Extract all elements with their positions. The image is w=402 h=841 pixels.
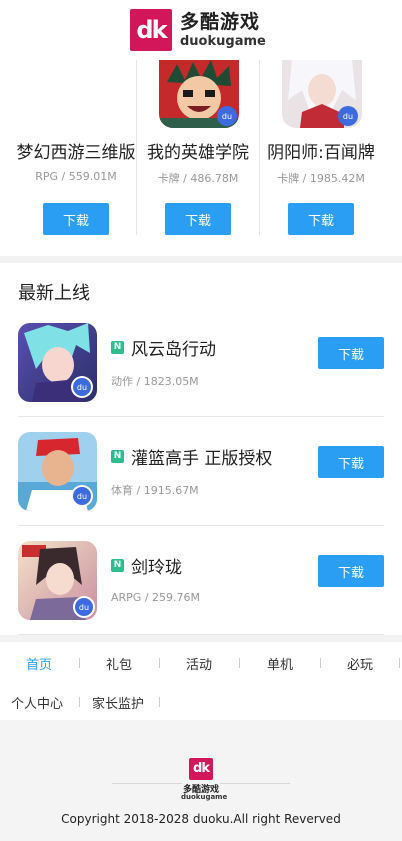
nav-separator bbox=[159, 697, 160, 707]
svg-text:du: du bbox=[222, 112, 232, 121]
list-item[interactable]: du N 剑玲珑 ARPG / 259.76M 下载 bbox=[18, 541, 384, 650]
game-meta: 卡牌 / 486.78M bbox=[157, 172, 239, 185]
duoku-logo[interactable]: dk 多酷游戏 duokugame bbox=[130, 9, 270, 51]
list-item[interactable]: du N 灌篮高手 正版授权 体育 / 1915.67M 下载 bbox=[18, 432, 384, 541]
game-name: 风云岛行动 bbox=[131, 340, 216, 360]
copyright-text: Copyright 2018-2028 duoku.All right Reve… bbox=[61, 812, 341, 826]
footer-nav-home[interactable]: 首页 bbox=[26, 654, 52, 673]
footer-nav-must-play[interactable]: 必玩 bbox=[347, 654, 373, 673]
game-name: 梦幻西游三维版 bbox=[16, 143, 136, 163]
footer-nav-gifts[interactable]: 礼包 bbox=[106, 654, 132, 673]
logo-mark-icon: dk bbox=[189, 758, 213, 780]
carousel-card[interactable]: 梦幻西游三维版 RPG / 559.01M 下载 bbox=[15, 60, 137, 238]
download-button[interactable]: 下载 bbox=[43, 203, 109, 235]
divider bbox=[112, 783, 182, 784]
nav-separator bbox=[79, 658, 80, 668]
carousel-card[interactable]: du 我的英雄学院 卡牌 / 486.78M 下载 bbox=[137, 60, 259, 238]
header: dk 多酷游戏 duokugame bbox=[0, 0, 402, 60]
footer-nav-parental[interactable]: 家长监护 bbox=[92, 693, 144, 712]
game-meta: 体育 / 1915.67M bbox=[111, 484, 199, 497]
section-gap bbox=[0, 256, 402, 263]
divider bbox=[18, 416, 384, 417]
game-name: 剑玲珑 bbox=[131, 558, 182, 578]
new-releases-section: 最新上线 du N 风云岛行动 动作 / 1823.05M 下载 du N 灌篮… bbox=[0, 263, 402, 635]
game-icon: du bbox=[282, 60, 362, 128]
game-icon: du bbox=[18, 541, 97, 620]
new-tag-icon: N bbox=[111, 341, 124, 354]
game-name: 阴阳师:百闻牌 bbox=[267, 143, 375, 163]
footer-nav-standalone[interactable]: 单机 bbox=[267, 654, 293, 673]
carousel-card[interactable]: du 阴阳师:百闻牌 卡牌 / 1985.42M 下载 bbox=[260, 60, 382, 238]
svg-text:du: du bbox=[77, 492, 87, 501]
game-name: 我的英雄学院 bbox=[147, 143, 249, 163]
section-title: 最新上线 bbox=[18, 283, 90, 304]
svg-text:du: du bbox=[343, 112, 353, 121]
nav-separator bbox=[79, 697, 80, 707]
game-meta: RPG / 559.01M bbox=[35, 170, 117, 183]
footer: dk 多酷游戏 duokugame Copyright 2018-2028 du… bbox=[0, 720, 402, 841]
download-button[interactable]: 下载 bbox=[318, 446, 384, 478]
svg-text:du: du bbox=[77, 383, 87, 392]
game-meta: 卡牌 / 1985.42M bbox=[277, 172, 365, 185]
footer-nav-profile[interactable]: 个人中心 bbox=[11, 693, 63, 712]
logo-text: 多酷游戏 duokugame bbox=[180, 10, 266, 49]
logo-mark-icon: dk bbox=[130, 9, 172, 51]
footer-nav-events[interactable]: 活动 bbox=[186, 654, 212, 673]
nav-separator bbox=[399, 658, 400, 668]
svg-text:du: du bbox=[79, 603, 89, 612]
game-meta: 动作 / 1823.05M bbox=[111, 375, 199, 388]
download-button[interactable]: 下载 bbox=[288, 203, 354, 235]
game-icon: du bbox=[159, 60, 239, 128]
nav-separator bbox=[239, 658, 240, 668]
logo-en: duokugame bbox=[180, 33, 266, 49]
new-tag-icon: N bbox=[111, 559, 124, 572]
divider bbox=[220, 783, 290, 784]
download-button[interactable]: 下载 bbox=[165, 203, 231, 235]
footer-nav: 首页 礼包 活动 单机 必玩 个人中心 家长监护 bbox=[0, 642, 402, 720]
featured-carousel[interactable]: 梦幻西游三维版 RPG / 559.01M 下载 du 我的英雄学院 卡牌 / … bbox=[0, 60, 402, 256]
logo-en: duokugame bbox=[181, 793, 228, 801]
list-item[interactable]: du N 风云岛行动 动作 / 1823.05M 下载 bbox=[18, 323, 384, 432]
new-tag-icon: N bbox=[111, 450, 124, 463]
logo-cn: 多酷游戏 bbox=[180, 10, 261, 33]
download-button[interactable]: 下载 bbox=[318, 337, 384, 369]
game-icon: du bbox=[18, 432, 97, 511]
game-name: 灌篮高手 正版授权 bbox=[131, 449, 273, 469]
footer-logo: dk 多酷游戏 duokugame bbox=[181, 758, 228, 802]
nav-separator bbox=[159, 658, 160, 668]
game-meta: ARPG / 259.76M bbox=[111, 591, 201, 604]
divider bbox=[18, 525, 384, 526]
section-gap bbox=[0, 635, 402, 642]
game-icon: du bbox=[18, 323, 97, 402]
nav-separator bbox=[320, 658, 321, 668]
download-button[interactable]: 下载 bbox=[318, 555, 384, 587]
